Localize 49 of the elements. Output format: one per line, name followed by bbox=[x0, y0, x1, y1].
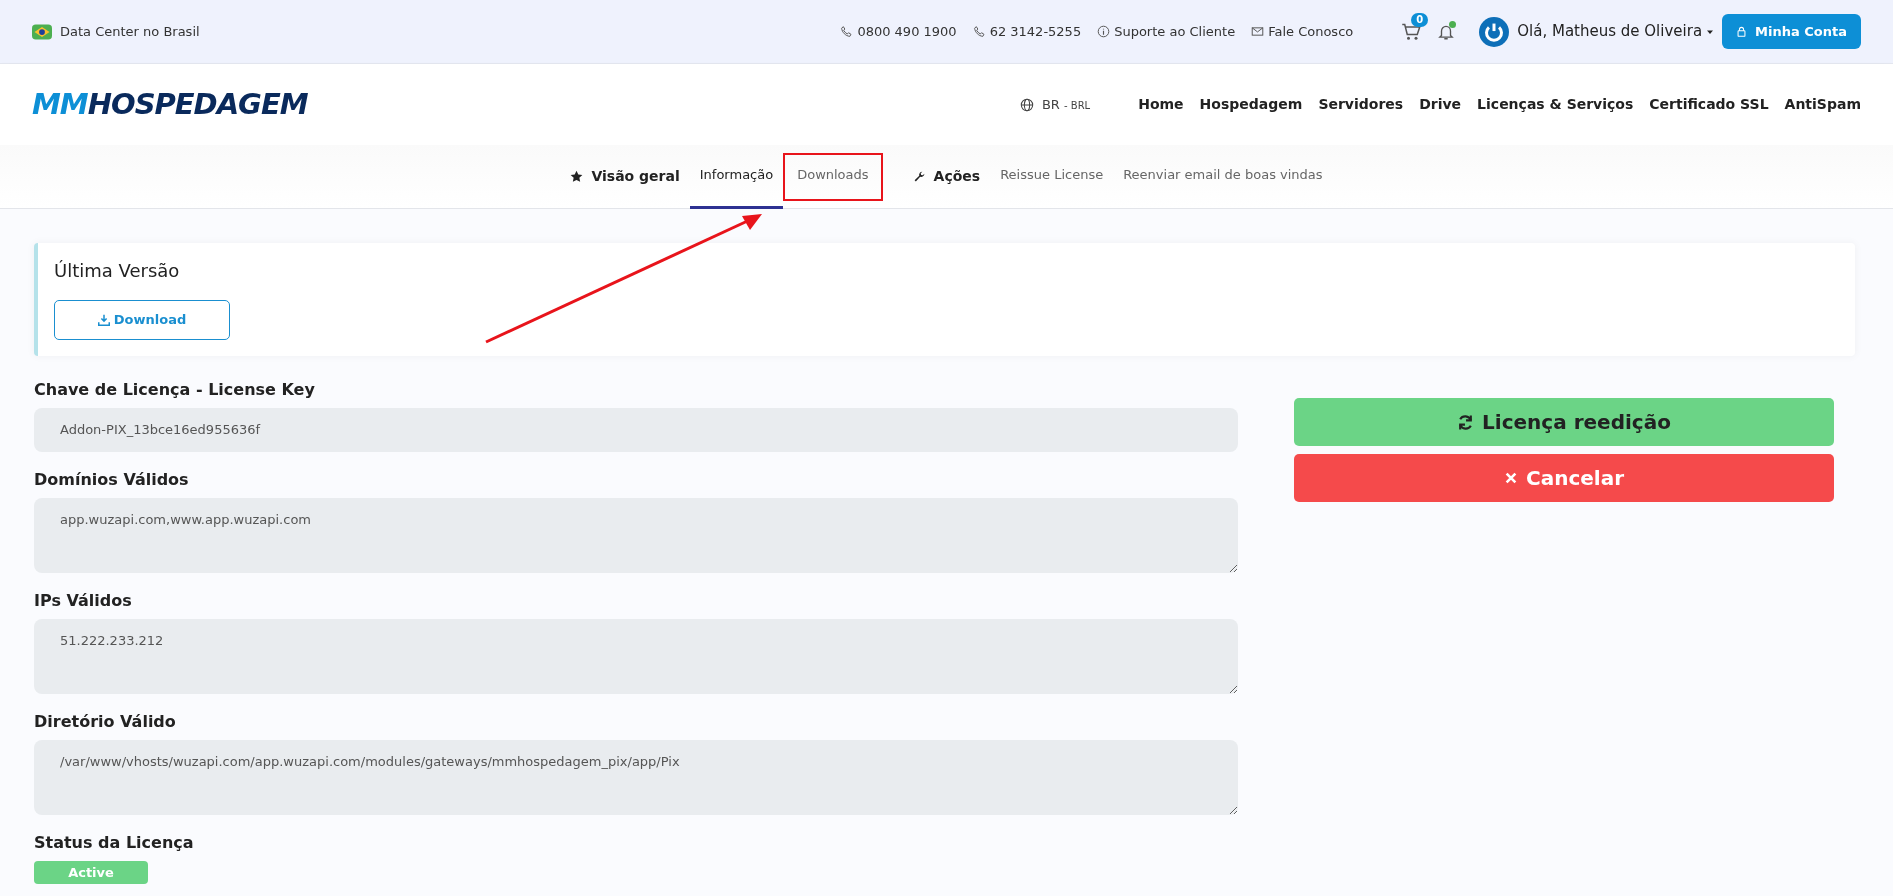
nav-link[interactable]: Home bbox=[1138, 94, 1184, 115]
topbar-link[interactable]: 62 3142-5255 bbox=[989, 21, 1082, 42]
power-avatar-icon bbox=[1479, 16, 1510, 47]
nav-link[interactable]: Certificado SSL bbox=[1649, 94, 1769, 115]
phone-icon bbox=[840, 25, 854, 38]
language-selector[interactable]: BR - BRL bbox=[1041, 94, 1091, 115]
subnav-tab[interactable]: Reissue License bbox=[990, 144, 1114, 209]
nav-link[interactable]: Servidores bbox=[1318, 94, 1404, 115]
download-button[interactable]: Download bbox=[54, 300, 230, 340]
topbar-link[interactable]: Suporte ao Cliente bbox=[1114, 21, 1236, 42]
lock-icon bbox=[1736, 26, 1748, 37]
field-label: Chave de Licença - License Key bbox=[34, 379, 316, 401]
star-icon bbox=[570, 170, 584, 183]
card-title: Última Versão bbox=[54, 259, 181, 283]
field-label: IPs Válidos bbox=[34, 589, 133, 612]
field-label: Status da Licença bbox=[34, 831, 195, 854]
status-badge: Active bbox=[34, 860, 148, 884]
cart-count-badge: 0 bbox=[1411, 12, 1429, 27]
field-label: Domínios Válidos bbox=[34, 468, 190, 491]
download-icon bbox=[97, 314, 110, 326]
subnav-tab[interactable]: Downloads bbox=[783, 152, 883, 201]
globe-icon bbox=[1019, 97, 1034, 112]
input-field[interactable]: Addon-PIX_13bce16ed955636f bbox=[34, 408, 1238, 452]
datacenter-label: Data Center no Brasil bbox=[60, 22, 200, 41]
text-area[interactable]: /var/www/vhosts/wuzapi.com/app.wuzapi.com/modules/gateways/mmhospedagem_pix/app/Pix bbox=[34, 739, 1238, 815]
subnav-tab[interactable]: Informação bbox=[689, 144, 784, 209]
text-area[interactable]: 51.222.233.212 bbox=[34, 618, 1238, 694]
nav-link[interactable]: Drive bbox=[1419, 94, 1462, 115]
cart-icon bbox=[1401, 21, 1422, 42]
nav-link[interactable]: AntiSpam bbox=[1784, 94, 1861, 115]
field-label: Diretório Válido bbox=[34, 710, 177, 733]
topbar-link[interactable]: Fale Conosco bbox=[1268, 21, 1354, 42]
section-heading: Visão geral bbox=[591, 167, 680, 186]
cancel-button[interactable]: Cancelar bbox=[1294, 454, 1834, 502]
phone-icon bbox=[972, 25, 986, 38]
reissue-button[interactable]: Licença reedição bbox=[1294, 398, 1834, 446]
info-icon bbox=[1097, 25, 1111, 38]
nav-link[interactable]: Hospedagem bbox=[1199, 94, 1303, 115]
refresh-icon bbox=[1457, 413, 1475, 431]
section-heading: Ações bbox=[933, 167, 981, 186]
text-area[interactable]: app.wuzapi.com,www.app.wuzapi.com bbox=[34, 497, 1238, 573]
close-icon bbox=[1503, 471, 1518, 485]
logo[interactable]: MMHOSPEDAGEM bbox=[32, 82, 308, 127]
envelope-icon bbox=[1251, 25, 1265, 38]
wrench-icon bbox=[912, 170, 926, 183]
subnav-tab[interactable]: Reenviar email de boas vindas bbox=[1113, 144, 1333, 209]
account-button[interactable]: Minha Conta bbox=[1722, 13, 1861, 50]
topbar-link[interactable]: 0800 490 1900 bbox=[857, 21, 957, 42]
nav-link[interactable]: Licenças & Serviços bbox=[1477, 94, 1634, 115]
